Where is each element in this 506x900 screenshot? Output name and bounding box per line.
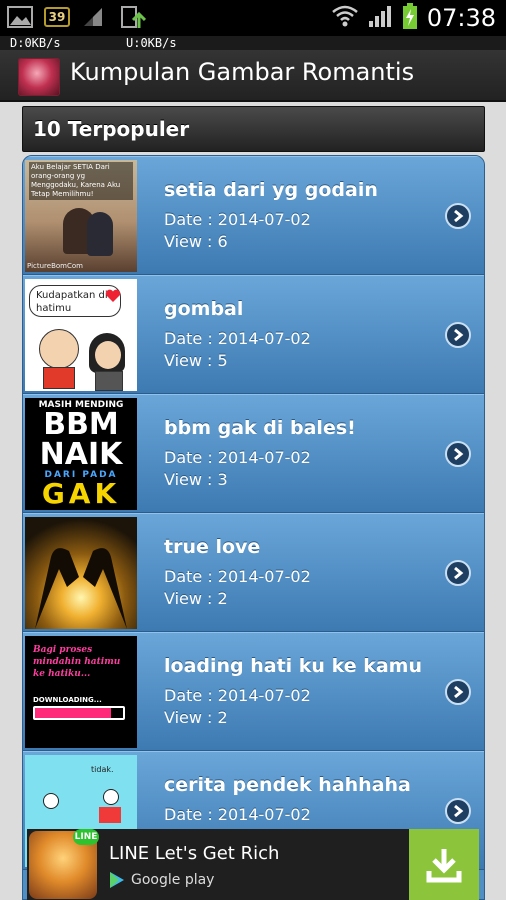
ad-banner[interactable]: LINE LINE Let's Get Rich Google play — [27, 829, 479, 900]
google-play-icon — [110, 872, 124, 888]
app-logo-icon[interactable] — [18, 58, 60, 96]
girl-shirt — [95, 371, 123, 391]
item-date: Date : 2014-07-02 — [164, 805, 311, 824]
item-title: loading hati ku ke kamu — [164, 655, 422, 677]
item-thumbnail: Aku Belajar SETIA Dari orang-orang yg Me… — [25, 160, 137, 272]
couple-figure — [87, 212, 113, 256]
ad-title: LINE Let's Get Rich — [109, 843, 280, 864]
download-button[interactable] — [409, 829, 479, 900]
item-view-count: View : 6 — [164, 232, 228, 251]
line-badge: LINE — [73, 829, 99, 845]
heart-hands-silhouette — [35, 548, 127, 629]
boy-face — [39, 329, 79, 369]
list-item[interactable]: Kudapatkan di hatimu gombal Date : 2014-… — [23, 275, 484, 394]
google-play-label: Google play — [109, 871, 214, 889]
item-title: setia dari yg godain — [164, 179, 378, 201]
item-view-count: View : 3 — [164, 470, 228, 489]
girl-face — [95, 341, 121, 369]
app-title-bar: Kumpulan Gambar Romantis — [0, 50, 506, 102]
heart-icon — [105, 289, 121, 302]
thumbnail-text: BBM — [43, 407, 119, 442]
stick-figure-head — [103, 789, 119, 805]
item-view-count: View : 5 — [164, 351, 228, 370]
list-item[interactable]: Bagi proses mindahin hatimu ke hatiku...… — [23, 632, 484, 751]
thumbnail-caption: Aku Belajar SETIA Dari orang-orang yg Me… — [29, 162, 133, 200]
battery-charging-icon — [401, 2, 419, 34]
thumbnail-text: GAK — [41, 477, 121, 510]
thumbnail-credit: PictureBomCom — [27, 262, 83, 270]
list-item[interactable]: true love Date : 2014-07-02 View : 2 — [23, 513, 484, 632]
item-title: cerita pendek hahhaha — [164, 774, 411, 796]
thumbnail-text: tidak. — [91, 765, 114, 774]
network-speed-row: D:0KB/s U:0KB/s — [0, 36, 506, 50]
chevron-right-icon[interactable] — [445, 322, 471, 348]
popular-list: Aku Belajar SETIA Dari orang-orang yg Me… — [22, 155, 485, 900]
cell-signal-icon — [367, 3, 393, 33]
ad-app-icon[interactable]: LINE — [29, 829, 99, 899]
item-date: Date : 2014-07-02 — [164, 567, 311, 586]
boy-shirt — [43, 367, 75, 389]
item-thumbnail — [25, 517, 137, 629]
status-bar: 39 07:38 — [0, 0, 506, 36]
chevron-right-icon[interactable] — [445, 203, 471, 229]
chevron-right-icon[interactable] — [445, 798, 471, 824]
stick-figure-head — [43, 793, 59, 809]
item-title: bbm gak di bales! — [164, 417, 356, 439]
list-item[interactable]: Aku Belajar SETIA Dari orang-orang yg Me… — [23, 156, 484, 275]
list-item[interactable]: MASIH MENDING BBM NAIK DARI PADA GAK bbm… — [23, 394, 484, 513]
item-view-count: View : 2 — [164, 589, 228, 608]
signal-weak-icon — [80, 4, 108, 30]
item-thumbnail: Kudapatkan di hatimu — [25, 279, 137, 391]
item-date: Date : 2014-07-02 — [164, 329, 311, 348]
download-icon — [426, 848, 462, 882]
chevron-right-icon[interactable] — [445, 679, 471, 705]
update-download-icon — [118, 4, 147, 30]
gallery-notification-icon — [6, 4, 34, 30]
loading-bar — [33, 706, 125, 720]
notification-count-badge: 39 — [44, 7, 70, 27]
app-title: Kumpulan Gambar Romantis — [70, 58, 415, 86]
item-thumbnail: MASIH MENDING BBM NAIK DARI PADA GAK — [25, 398, 137, 510]
item-date: Date : 2014-07-02 — [164, 210, 311, 229]
download-speed: D:0KB/s — [10, 36, 61, 50]
loading-bar-fill — [35, 708, 111, 718]
item-date: Date : 2014-07-02 — [164, 448, 311, 467]
thumbnail-text: Bagi proses mindahin hatimu ke hatiku... — [33, 645, 121, 679]
thumbnail-text: DOWNLOADING... — [33, 696, 102, 704]
chevron-right-icon[interactable] — [445, 441, 471, 467]
section-title: 10 Terpopuler — [33, 117, 190, 141]
clock: 07:38 — [426, 4, 496, 32]
thumbnail-text: NAIK — [39, 437, 123, 472]
item-thumbnail: Bagi proses mindahin hatimu ke hatiku...… — [25, 636, 137, 748]
wifi-icon — [331, 3, 359, 33]
chevron-right-icon[interactable] — [445, 560, 471, 586]
stick-figure-shirt — [99, 807, 121, 823]
item-title: true love — [164, 536, 261, 558]
item-title: gombal — [164, 298, 244, 320]
section-header: 10 Terpopuler — [22, 106, 485, 152]
upload-speed: U:0KB/s — [126, 36, 177, 50]
item-date: Date : 2014-07-02 — [164, 686, 311, 705]
item-view-count: View : 2 — [164, 708, 228, 727]
google-play-text: Google play — [131, 872, 215, 888]
